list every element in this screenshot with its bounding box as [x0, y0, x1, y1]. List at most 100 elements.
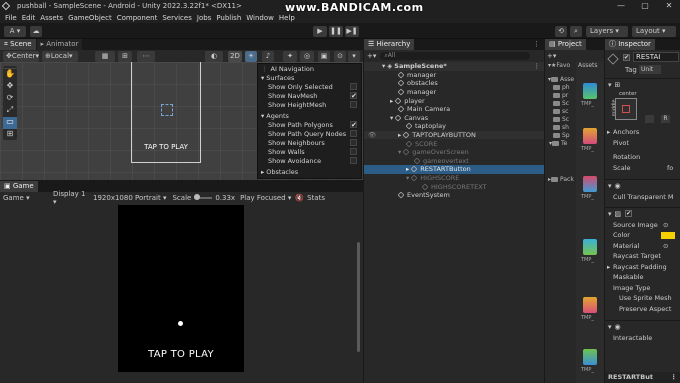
folder-assets[interactable]: ▾ Asse	[545, 75, 575, 83]
folder-item[interactable]: ph	[545, 83, 575, 91]
play-button[interactable]: ▶	[313, 26, 327, 37]
tree-row-gameoverscreen[interactable]: ▾ gameOverScreen	[364, 148, 544, 157]
image-component-header[interactable]: ▾ ▨ ✔	[605, 208, 680, 220]
menu-publish[interactable]: Publish	[216, 14, 241, 22]
pause-button[interactable]: ❚❚	[329, 26, 343, 37]
image-enabled-checkbox[interactable]: ✔	[625, 210, 633, 217]
button-component-header[interactable]: ▾ ◉	[605, 321, 680, 333]
folder-item[interactable]: sc	[545, 107, 575, 115]
tmp-asset-icon[interactable]	[583, 128, 597, 144]
show-only-selected-checkbox[interactable]	[350, 83, 357, 90]
hierarchy-search-input[interactable]: ⌕All	[380, 51, 531, 60]
game-screen[interactable]: TAP TO PLAY	[118, 205, 244, 372]
tree-row-samplescene[interactable]: ▾ ◈ SampleScene* ⋮	[364, 62, 544, 71]
scene-menu-icon[interactable]: ⋮	[534, 62, 541, 70]
tab-animator[interactable]: ▸ Animator	[36, 39, 83, 50]
expand-arrow-icon[interactable]: ▾	[398, 148, 401, 156]
tmp-asset-icon[interactable]	[583, 297, 597, 313]
tmp-asset-icon[interactable]	[583, 83, 597, 99]
tree-row-main-camera[interactable]: Main Camera	[364, 105, 544, 114]
color-swatch[interactable]	[661, 232, 675, 239]
resolution-dropdown[interactable]: 1920x1080 Portrait ▾	[93, 194, 166, 202]
tab-game[interactable]: ▣ Game	[0, 181, 38, 192]
expand-arrow-icon[interactable]: ▸	[406, 165, 409, 173]
hidden-objects-icon[interactable]: ◎	[300, 51, 314, 62]
visibility-toggle-icon[interactable]: 👁	[368, 131, 376, 139]
expand-arrow-icon[interactable]: ▸	[390, 97, 393, 105]
folder-item[interactable]: sh	[545, 123, 575, 131]
tmp-asset-icon[interactable]	[583, 239, 597, 255]
scale-value[interactable]: fo	[667, 164, 673, 172]
tree-row-obstacles[interactable]: obstacles	[364, 79, 544, 88]
show-path-polygons-checkbox[interactable]: ✔	[350, 121, 357, 129]
expand-arrow-icon[interactable]: ▾	[382, 62, 385, 70]
layout-dropdown[interactable]: Layout ▾	[632, 26, 676, 37]
folder-item[interactable]: Sc	[545, 115, 575, 123]
add-object-button[interactable]: +▾	[367, 52, 376, 60]
rect-tool-icon[interactable]: ▭	[3, 117, 17, 129]
project-add-button[interactable]: +▾	[547, 52, 556, 60]
menu-component[interactable]: Component	[117, 14, 158, 22]
blueprint-button[interactable]: R	[661, 115, 670, 123]
tree-row-highscoretext[interactable]: HIGHSCORETEXT	[364, 182, 544, 191]
hand-tool-icon[interactable]: ✋	[3, 69, 17, 81]
scale-slider[interactable]	[194, 194, 213, 200]
search-icon[interactable]: ⌕	[570, 26, 582, 37]
game-scrollbar[interactable]	[357, 242, 360, 352]
mute-audio-icon[interactable]: 🔇	[295, 194, 304, 202]
object-name-field[interactable]: RESTAI	[633, 52, 679, 62]
tree-row-taptoplaybutton[interactable]: 👁 ▸ TAPTOPLAYBUTTON	[364, 130, 544, 140]
menu-jobs[interactable]: Jobs	[197, 14, 211, 22]
expand-arrow-icon[interactable]: ▸	[398, 131, 401, 139]
anchors-row[interactable]: ▸ Anchors	[605, 127, 680, 138]
increment-snap-icon[interactable]: ⊞	[118, 51, 132, 62]
tree-row-eventsystem[interactable]: EventSystem	[364, 191, 544, 200]
shading-mode-icon[interactable]: ◐	[205, 51, 223, 62]
camera-icon[interactable]: ▣	[318, 51, 330, 62]
menu-file[interactable]: File	[5, 14, 17, 22]
scene-viewport[interactable]: ✋ ✥ ⟳ ⤢ ▭ ⊞ TAP TO PLAY ⋮ AI Navigation ▾…	[0, 62, 363, 180]
favorites-foldout[interactable]: ▾★ Favo	[545, 61, 575, 69]
transform-tool-icon[interactable]: ⊞	[3, 129, 17, 139]
more-icon[interactable]: ⋯	[137, 51, 155, 62]
tree-row-restartbutton[interactable]: ▸ RESTARTButton	[364, 165, 544, 174]
folder-item[interactable]: Sc	[545, 99, 575, 107]
tree-row-score[interactable]: SCORE	[364, 139, 544, 148]
account-button[interactable]: A ▾	[4, 26, 26, 37]
folder-item[interactable]: pr	[545, 91, 575, 99]
obstacles-foldout[interactable]: ▸ Obstacles	[258, 167, 361, 176]
tmp-asset-icon[interactable]	[583, 349, 597, 365]
canvas-rect[interactable]: TAP TO PLAY	[131, 62, 201, 163]
tmp-asset-icon[interactable]	[583, 176, 597, 192]
show-walls-checkbox[interactable]	[350, 148, 357, 155]
cloud-icon[interactable]: ☁	[30, 26, 42, 37]
menu-assets[interactable]: Assets	[40, 14, 63, 22]
gizmos-dropdown-icon[interactable]: ▾	[348, 51, 360, 62]
tree-row-player[interactable]: ▸ player	[364, 96, 544, 105]
folder-item[interactable]: ▾ Te	[545, 139, 575, 147]
lighting-icon[interactable]: ☀	[245, 51, 257, 62]
scale-slider-thumb[interactable]	[194, 194, 201, 200]
tab-hierarchy[interactable]: ☰ Hierarchy	[364, 39, 415, 50]
active-checkbox[interactable]: ✔	[623, 54, 630, 61]
minimize-button[interactable]: —	[610, 0, 632, 12]
expand-arrow-icon[interactable]: ▾	[390, 114, 393, 122]
tree-row-manager-2[interactable]: manager	[364, 88, 544, 97]
expand-arrow-icon[interactable]: ▾	[406, 174, 409, 182]
tab-inspector[interactable]: ⓘ Inspector	[605, 39, 655, 50]
rect-transform-header[interactable]: ▾ ⊞	[605, 79, 680, 91]
scale-tool-icon[interactable]: ⤢	[3, 105, 17, 117]
tab-project[interactable]: ▤ Project	[545, 39, 586, 50]
grid-snap-icon[interactable]: ▦	[95, 51, 115, 62]
folder-packages[interactable]: ▸ Pack	[545, 175, 575, 183]
rotate-tool-icon[interactable]: ⟳	[3, 93, 17, 105]
gizmos-icon[interactable]: ⊙	[334, 51, 346, 62]
folder-item[interactable]: Sp	[545, 131, 575, 139]
show-neighbours-checkbox[interactable]	[350, 139, 357, 146]
canvas-renderer-header[interactable]: ▾ ◉	[605, 180, 680, 192]
effects-icon[interactable]: ✦	[283, 51, 297, 62]
maximize-button[interactable]: ▢	[634, 0, 656, 12]
assets-breadcrumb[interactable]: Assets	[576, 61, 604, 70]
tree-row-manager[interactable]: manager	[364, 71, 544, 80]
show-navmesh-checkbox[interactable]: ✔	[350, 92, 357, 100]
